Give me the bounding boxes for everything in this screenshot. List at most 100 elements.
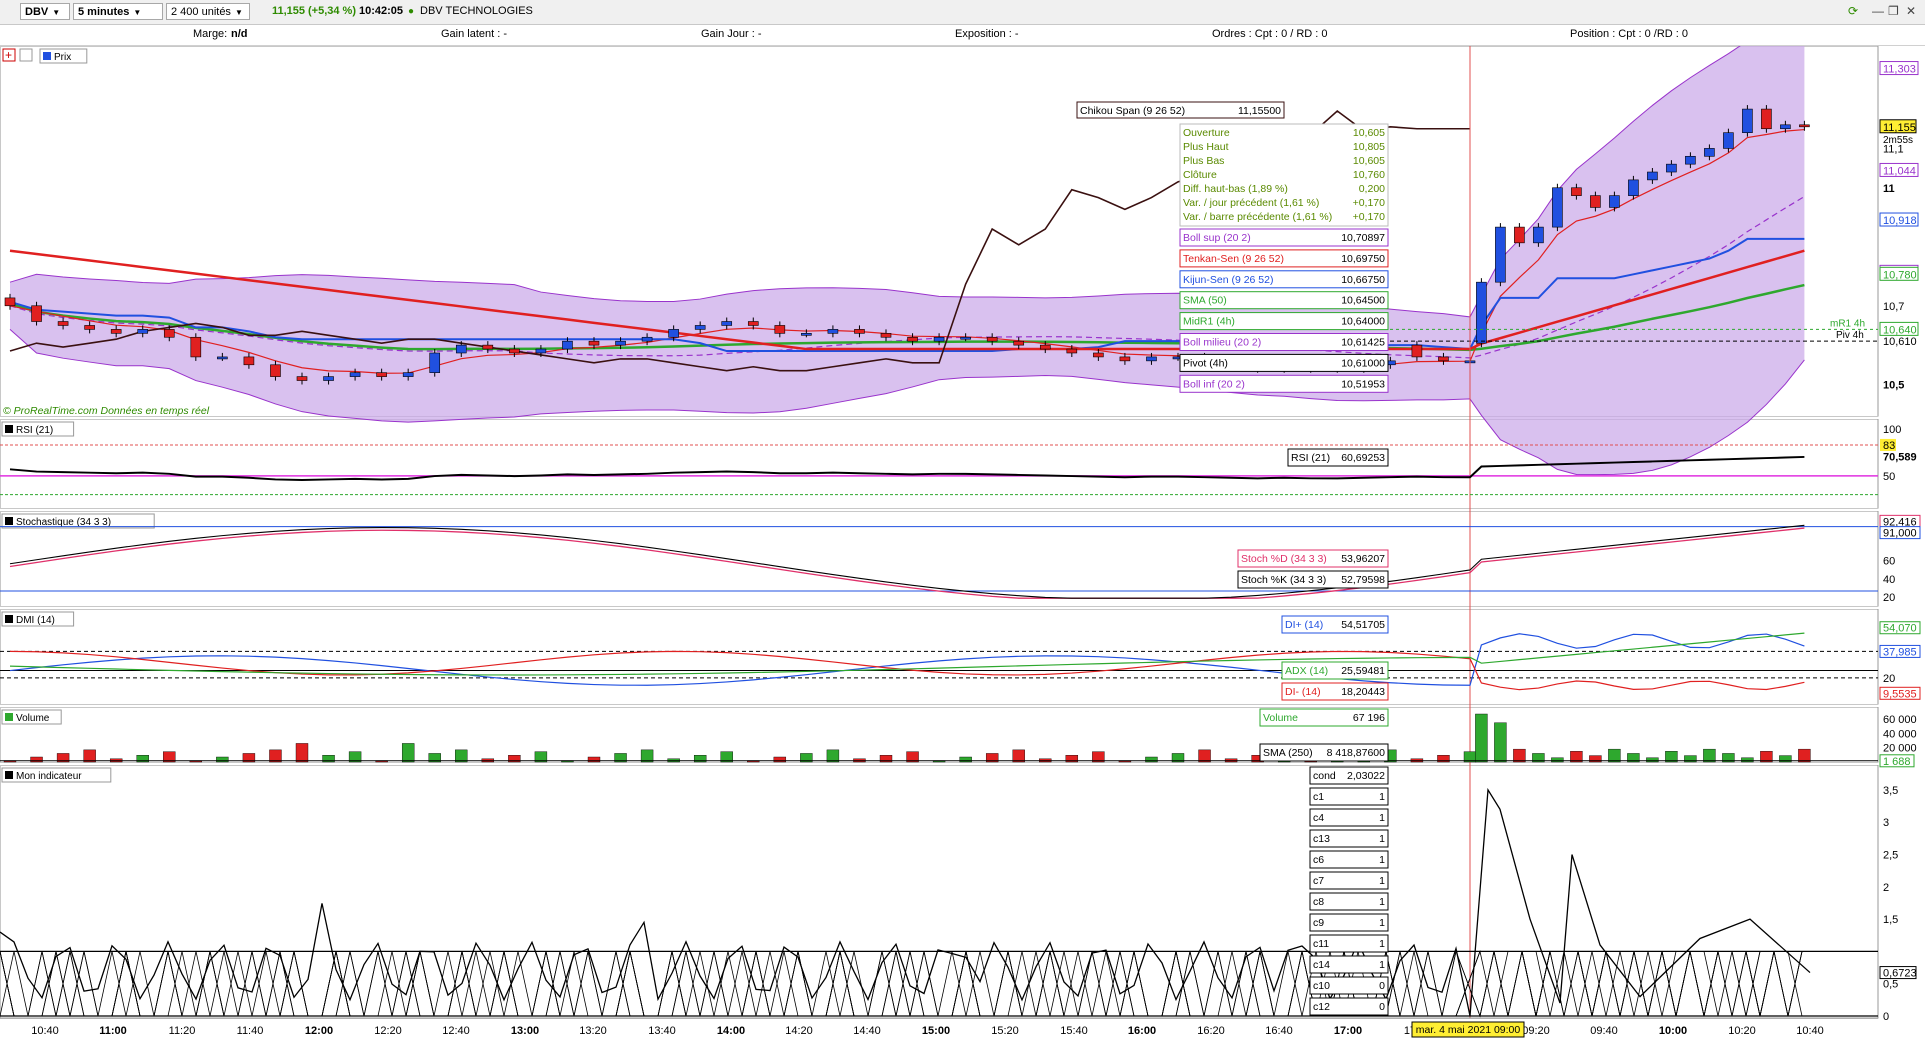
stoch-box-label: Stoch %K (34 3 3) <box>1241 574 1326 586</box>
cursor-time-label: mar. 4 mai 2021 09:00 <box>1416 1024 1521 1036</box>
custom-box-value: 1 <box>1379 812 1385 824</box>
candle-down <box>1411 344 1423 358</box>
candle-up <box>455 344 467 354</box>
toolbar: DBV ▼ 5 minutes ▼ 2 400 unités ▼ 11,155 (+5… <box>0 0 1925 25</box>
ohlc-value: +0,170 <box>1353 211 1386 223</box>
chikou-box-label: Chikou Span (9 26 52) <box>1080 105 1185 117</box>
indicator-box-label: Boll sup (20 2) <box>1183 232 1251 244</box>
ohlc-label: Plus Haut <box>1183 141 1229 153</box>
time-axis-tick: 12:00 <box>305 1025 333 1037</box>
time-axis-tick: 17:00 <box>1334 1025 1362 1037</box>
time-axis-tick: 16:00 <box>1128 1025 1156 1037</box>
candle-up <box>1552 187 1563 228</box>
custom-box-value: 1 <box>1379 791 1385 803</box>
indicator-box-label: Tenkan-Sen (9 26 52) <box>1183 253 1284 265</box>
volume-bar <box>1646 757 1659 763</box>
custom-box-value: 1 <box>1379 938 1385 950</box>
volume-bar <box>1703 748 1716 763</box>
dmi-axis-tick: 9,5535 <box>1883 688 1917 700</box>
dmi-box-value: 18,20443 <box>1341 686 1385 698</box>
custom-axis-tick: 2,5 <box>1883 850 1898 862</box>
rsi-axis-tick: 50 <box>1883 471 1895 483</box>
candle-down <box>190 336 202 358</box>
ohlc-label: Clôture <box>1183 169 1217 181</box>
symbol-select[interactable]: DBV ▼ <box>20 3 70 20</box>
dmi-box-label: ADX (14) <box>1285 665 1328 677</box>
candle-down <box>588 340 600 346</box>
time-axis-tick: 15:20 <box>991 1025 1019 1037</box>
candle-down <box>880 333 892 338</box>
indicator-box-value: 10,61000 <box>1341 357 1385 369</box>
credit-label: © ProRealTime.com Données en temps réel <box>3 405 210 417</box>
candle-up <box>1628 179 1639 196</box>
candle-up <box>641 336 653 342</box>
close-icon[interactable]: ✕ <box>1906 4 1916 18</box>
custom-box-label: c4 <box>1313 812 1324 824</box>
candle-up <box>1704 148 1715 157</box>
candle-down <box>57 321 69 326</box>
custom-axis-tick: 3 <box>1883 817 1889 829</box>
time-axis-tick: 14:40 <box>853 1025 881 1037</box>
candle-down <box>296 376 308 381</box>
candle-down <box>1013 340 1025 346</box>
units-select[interactable]: 2 400 unités ▼ <box>166 3 250 20</box>
ohlc-value: +0,170 <box>1353 197 1386 209</box>
volume-box-label: SMA (250) <box>1263 747 1313 759</box>
panel-frame <box>0 765 1879 1019</box>
mr1-label: mR1 4h <box>1830 318 1865 329</box>
dmi-box-label: DI+ (14) <box>1285 619 1323 631</box>
panel-frame <box>0 707 1879 763</box>
custom-box-label: c7 <box>1313 875 1324 887</box>
exposition: Exposition : - <box>955 28 1019 40</box>
time-axis-tick: 15:00 <box>922 1025 950 1037</box>
refresh-icon[interactable]: ⟳ <box>1848 4 1858 18</box>
candle-down <box>774 325 786 334</box>
candle-up <box>1723 132 1734 149</box>
indicator-box-value: 10,66750 <box>1341 274 1385 286</box>
candle-down <box>1119 356 1131 362</box>
dmi-box-label: DI- (14) <box>1285 686 1321 698</box>
rsi-box-value: 60,69253 <box>1341 452 1385 464</box>
price-axis-tick: 10,610 <box>1883 336 1917 348</box>
ohlc-value: 10,605 <box>1353 127 1385 139</box>
candle-up <box>1146 356 1157 362</box>
candle-up <box>137 329 149 334</box>
timeframe-select[interactable]: 5 minutes ▼ <box>73 3 163 20</box>
panel-color-icon <box>43 52 51 60</box>
candle-down <box>31 305 42 322</box>
chevron-down-icon: ▼ <box>52 8 61 17</box>
candle-down <box>110 329 122 334</box>
panel-title-rsi-label: RSI (21) <box>16 425 53 436</box>
ohlc-value: 10,760 <box>1353 169 1385 181</box>
stoch-axis-tick: 60 <box>1883 556 1895 568</box>
position: Position : Cpt : 0 /RD : 0 <box>1570 28 1688 40</box>
symbol-label: DBV <box>25 6 49 18</box>
indicator-box-label: MidR1 (4h) <box>1183 316 1235 328</box>
custom-box-value: 1 <box>1379 833 1385 845</box>
time-axis-tick: 15:40 <box>1060 1025 1088 1037</box>
volume-bar <box>83 749 96 763</box>
candle-down <box>1514 226 1525 244</box>
custom-box-value: 0 <box>1379 1001 1385 1013</box>
volume-bar <box>1551 757 1564 763</box>
marge-value: n/d <box>231 28 248 40</box>
price-axis-tick: 11,044 <box>1883 165 1916 177</box>
custom-box-label: c1 <box>1313 791 1324 803</box>
instrument-name: DBV TECHNOLOGIES <box>420 5 533 17</box>
restore-icon[interactable]: ❐ <box>1888 4 1899 18</box>
panel-color-icon <box>5 771 13 779</box>
candle-up <box>827 329 839 334</box>
time-axis-tick: 11:00 <box>99 1025 127 1037</box>
candle-down <box>907 336 918 342</box>
volume-bar <box>1198 749 1211 763</box>
chart-area[interactable]: PrixRSI (21)Stochastique (34 3 3)DMI (14… <box>0 46 1925 1040</box>
price-axis-tick: 10,7 <box>1883 301 1904 313</box>
ordres: Ordres : Cpt : 0 / RD : 0 <box>1212 28 1328 40</box>
volume-box-value: 8 418,87600 <box>1327 747 1386 759</box>
minimize-icon[interactable]: — <box>1872 4 1884 18</box>
candle-down <box>1438 356 1449 362</box>
candle-up <box>1780 124 1791 130</box>
time-axis-tick: 11:20 <box>169 1025 196 1037</box>
volume-bar <box>1741 757 1754 763</box>
ohlc-label: Diff. haut-bas (1,89 %) <box>1183 183 1288 195</box>
